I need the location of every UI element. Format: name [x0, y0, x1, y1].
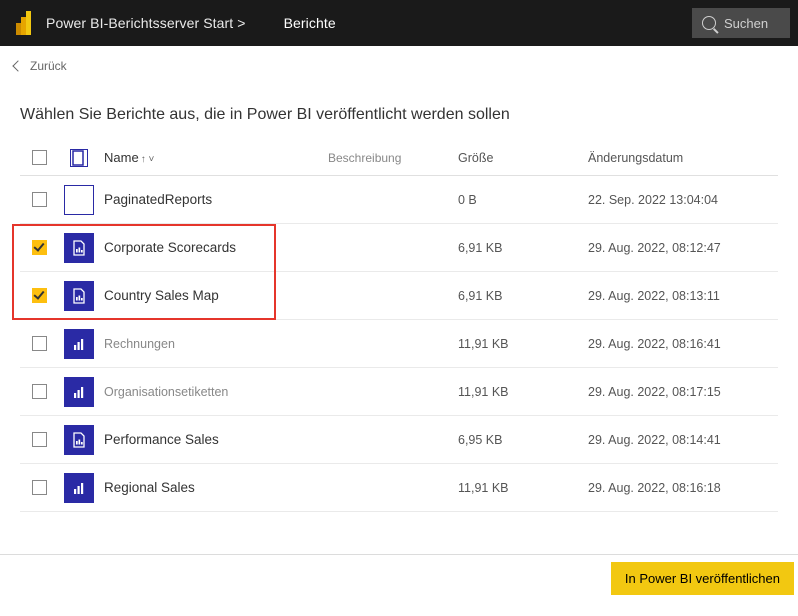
- column-header-name[interactable]: Name↑ ˅: [100, 150, 328, 165]
- row-name: Country Sales Map: [100, 288, 328, 303]
- publish-button[interactable]: In Power BI veröffentlichen: [611, 562, 794, 595]
- footer-bar: In Power BI veröffentlichen: [0, 554, 798, 602]
- row-size: 6,91 KB: [458, 241, 588, 255]
- row-date: 29. Aug. 2022, 08:12:47: [588, 241, 778, 255]
- back-button[interactable]: Zurück: [0, 46, 798, 86]
- row-date: 29. Aug. 2022, 08:14:41: [588, 433, 778, 447]
- search-input[interactable]: Suchen: [692, 8, 790, 38]
- row-date: 22. Sep. 2022 13:04:04: [588, 193, 778, 207]
- table-header-row: Name↑ ˅ Beschreibung Größe Änderungsdatu…: [20, 140, 778, 176]
- table-row[interactable]: Performance Sales 6,95 KB29. Aug. 2022, 0…: [20, 416, 778, 464]
- top-bar: Power BI-Berichtsserver Start > Berichte…: [0, 0, 798, 46]
- row-size: 11,91 KB: [458, 481, 588, 495]
- table-row[interactable]: Country Sales Map 6,91 KB29. Aug. 2022, 0…: [20, 272, 778, 320]
- row-date: 29. Aug. 2022, 08:16:18: [588, 481, 778, 495]
- breadcrumb-current[interactable]: Berichte: [284, 15, 336, 31]
- row-date: 29. Aug. 2022, 08:13:11: [588, 289, 778, 303]
- table-row[interactable]: Rechnungen 11,91 KB29. Aug. 2022, 08:16:4…: [20, 320, 778, 368]
- table-row[interactable]: Regional Sales 11,91 KB29. Aug. 2022, 08:…: [20, 464, 778, 512]
- back-label: Zurück: [30, 59, 67, 73]
- row-name: Organisationsetiketten: [100, 385, 328, 399]
- column-header-description[interactable]: Beschreibung: [328, 151, 458, 165]
- row-date: 29. Aug. 2022, 08:17:15: [588, 385, 778, 399]
- chevron-left-icon: [12, 60, 23, 71]
- row-checkbox[interactable]: [32, 240, 47, 255]
- row-name: Regional Sales: [100, 480, 328, 495]
- row-checkbox[interactable]: [32, 288, 47, 303]
- row-checkbox[interactable]: [32, 480, 47, 495]
- row-name: Corporate Scorecards: [100, 240, 328, 255]
- page-title: Wählen Sie Berichte aus, die in Power BI…: [0, 86, 798, 140]
- row-size: 11,91 KB: [458, 385, 588, 399]
- row-checkbox[interactable]: [32, 192, 47, 207]
- folder-icon: [64, 185, 94, 215]
- row-checkbox[interactable]: [32, 384, 47, 399]
- row-checkbox[interactable]: [32, 336, 47, 351]
- row-date: 29. Aug. 2022, 08:16:41: [588, 337, 778, 351]
- row-size: 0 B: [458, 193, 588, 207]
- table-row[interactable]: Organisationsetiketten 11,91 KB29. Aug. 2…: [20, 368, 778, 416]
- report-icon: [64, 281, 94, 311]
- report-icon: [64, 233, 94, 263]
- sort-indicator-icon: ↑ ˅: [141, 154, 155, 165]
- row-size: 6,95 KB: [458, 433, 588, 447]
- row-name: Performance Sales: [100, 432, 328, 447]
- column-header-size[interactable]: Größe: [458, 151, 588, 165]
- powerbi-logo-icon: [14, 9, 34, 37]
- row-name: PaginatedReports: [100, 192, 328, 207]
- search-placeholder: Suchen: [724, 16, 768, 31]
- select-all-checkbox[interactable]: [32, 150, 47, 165]
- chart-icon: [64, 473, 94, 503]
- chart-icon: [64, 329, 94, 359]
- row-name: Rechnungen: [100, 337, 328, 351]
- table-row[interactable]: Corporate Scorecards 6,91 KB29. Aug. 2022…: [20, 224, 778, 272]
- report-icon: [64, 425, 94, 455]
- search-icon: [702, 16, 716, 30]
- breadcrumb-home[interactable]: Power BI-Berichtsserver Start >: [46, 15, 246, 31]
- row-size: 6,91 KB: [458, 289, 588, 303]
- table-row[interactable]: PaginatedReports 0 B22. Sep. 2022 13:04:0…: [20, 176, 778, 224]
- type-column-icon: [70, 149, 88, 167]
- column-header-modified[interactable]: Änderungsdatum: [588, 151, 778, 165]
- row-size: 11,91 KB: [458, 337, 588, 351]
- chart-icon: [64, 377, 94, 407]
- row-checkbox[interactable]: [32, 432, 47, 447]
- reports-table: Name↑ ˅ Beschreibung Größe Änderungsdatu…: [0, 140, 798, 512]
